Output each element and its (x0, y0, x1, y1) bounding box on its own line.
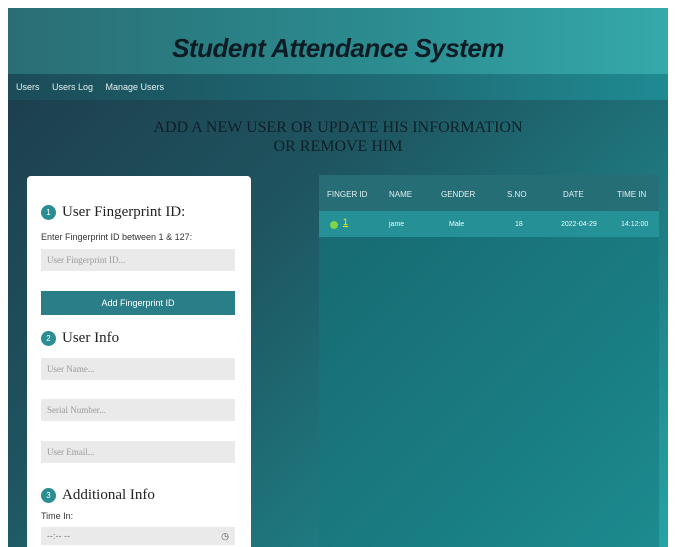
table-header: FINGER ID NAME GENDER S.NO DATE TIME IN (319, 175, 659, 211)
serial-number-input[interactable] (41, 399, 235, 421)
cell-time-in: 14:12:00 (621, 221, 649, 228)
column-header-gender: GENDER (441, 190, 476, 199)
column-header-date: DATE (563, 190, 584, 199)
user-email-input[interactable] (41, 441, 235, 463)
cell-gender: Male (449, 221, 465, 228)
nav-item-users[interactable]: Users (16, 74, 40, 100)
column-header-name: NAME (389, 190, 413, 199)
column-header-time-in: TIME IN (617, 190, 647, 199)
time-in-label: Time In: (41, 511, 74, 521)
user-name-input[interactable] (41, 358, 235, 380)
app-header: Student Attendance System (8, 8, 668, 74)
app-frame: Student Attendance System Users Users Lo… (8, 8, 668, 547)
step-badge-2: 2 (41, 331, 56, 346)
step-badge-3: 3 (41, 488, 56, 503)
section-fingerprint: 1 User Fingerprint ID: (41, 204, 185, 221)
page-heading-line-1: ADD A NEW USER OR UPDATE HIS INFORMATION (153, 119, 523, 136)
cell-sno: 18 (515, 221, 523, 228)
column-header-finger-id: FINGER ID (327, 190, 368, 199)
step-badge-1: 1 (41, 205, 56, 220)
section-title-user-info: User Info (62, 330, 120, 346)
fingerprint-id-input[interactable] (41, 249, 235, 271)
section-title-fingerprint: User Fingerprint ID: (62, 204, 186, 220)
fingerprint-label: Enter Fingerprint ID between 1 & 127: (41, 232, 193, 242)
time-in-value: --:-- -- (47, 531, 70, 541)
section-additional-info: 3 Additional Info (41, 487, 155, 504)
column-header-sno: S.NO (507, 190, 527, 199)
cell-date: 2022-04-29 (561, 221, 597, 228)
finger-id-link[interactable]: 1 (343, 217, 348, 227)
page-heading-line-2: OR REMOVE HIM (273, 138, 403, 155)
user-form-panel: 1 User Fingerprint ID: Enter Fingerprint… (27, 176, 251, 547)
section-user-info: 2 User Info (41, 330, 119, 347)
clock-icon[interactable]: ◷ (221, 527, 229, 545)
top-nav: Users Users Log Manage Users (8, 74, 668, 100)
table-row[interactable]: 1 jame Male 18 2022-04-29 14:12:00 (319, 211, 659, 237)
add-fingerprint-button[interactable]: Add Fingerprint ID (41, 291, 235, 315)
time-in-input[interactable]: --:-- -- ◷ (41, 527, 235, 545)
status-dot-icon (330, 221, 338, 229)
cell-name: jame (389, 221, 405, 228)
users-table: FINGER ID NAME GENDER S.NO DATE TIME IN … (319, 175, 659, 547)
page-heading: ADD A NEW USER OR UPDATE HIS INFORMATION… (8, 118, 668, 156)
nav-item-manage-users[interactable]: Manage Users (105, 74, 164, 100)
nav-item-users-log[interactable]: Users Log (52, 74, 93, 100)
section-title-additional-info: Additional Info (62, 487, 155, 503)
